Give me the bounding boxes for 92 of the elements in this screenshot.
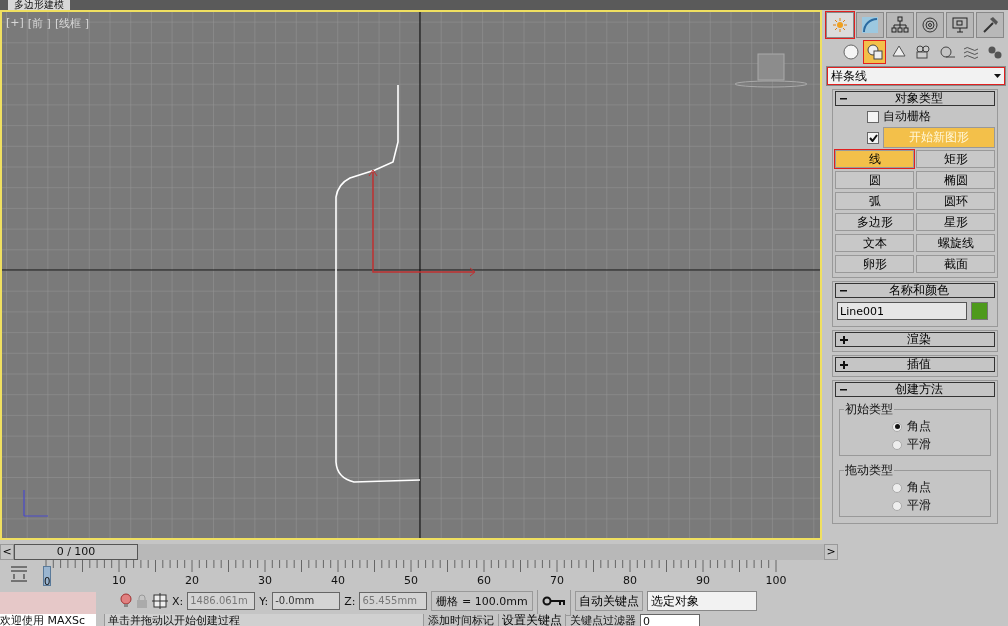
key-filters-button[interactable]: 关键点过滤器 xyxy=(570,614,636,626)
frame-label: 40 xyxy=(331,574,345,587)
group-title: 拖动类型 xyxy=(844,462,894,479)
frame-label: 90 xyxy=(696,574,710,587)
panel-tab[interactable] xyxy=(976,12,1004,38)
check-icon xyxy=(868,133,878,142)
shape-type-button[interactable]: 圆 xyxy=(835,171,914,189)
radio-label: 平滑 xyxy=(907,497,931,514)
category-dropdown[interactable]: 样条线 xyxy=(826,66,1006,86)
sphere-icon xyxy=(841,43,860,61)
frame-label: 30 xyxy=(258,574,272,587)
checkbox[interactable] xyxy=(867,131,879,144)
tape-icon xyxy=(938,43,957,61)
grid-size-label: 栅格 = 100.0mm xyxy=(431,591,533,611)
axis-label: X: xyxy=(172,594,184,608)
key-icon xyxy=(541,596,566,606)
radio-label: 角点 xyxy=(907,418,931,435)
axis-label: Z: xyxy=(344,594,356,608)
radio-button[interactable] xyxy=(892,482,902,493)
shape-type-button[interactable]: 文本 xyxy=(835,234,914,252)
color-swatch[interactable] xyxy=(971,302,988,320)
hierarchy-icon xyxy=(891,16,909,34)
time-tag-button[interactable]: 添加时间标记 xyxy=(428,614,494,626)
radio-button[interactable] xyxy=(892,439,902,450)
frame-label: 60 xyxy=(477,574,491,587)
frame-label: 70 xyxy=(550,574,564,587)
rollout-header[interactable]: 插值 xyxy=(835,357,995,372)
category-button[interactable] xyxy=(840,41,862,63)
selection-dropdown[interactable]: 选定对象 xyxy=(646,591,757,611)
panel-tab[interactable] xyxy=(916,12,944,38)
axis-label: Y: xyxy=(259,594,269,608)
filter-icon[interactable] xyxy=(8,564,30,584)
rollout-header[interactable]: 渲染 xyxy=(835,332,995,347)
auto-key-button[interactable]: 自动关键点 xyxy=(574,591,643,611)
group-title: 初始类型 xyxy=(844,401,894,418)
category-button[interactable] xyxy=(864,41,886,63)
previous-frame-button[interactable]: < xyxy=(0,543,14,560)
document-tab[interactable]: 多边形建模 xyxy=(8,0,70,10)
minus-icon xyxy=(840,388,847,391)
panel-tab[interactable] xyxy=(856,12,884,38)
plus-icon xyxy=(840,360,848,369)
panel-tab[interactable] xyxy=(886,12,914,38)
arc-icon xyxy=(861,16,879,34)
plus-icon xyxy=(840,335,848,344)
frame-label: 10 xyxy=(112,574,126,587)
caret-icon xyxy=(994,74,1001,78)
radio-button[interactable] xyxy=(892,421,902,432)
camera-icon xyxy=(914,43,932,61)
shape-type-button[interactable]: 圆环 xyxy=(916,192,995,210)
frame-label: 80 xyxy=(623,574,637,587)
frame-field[interactable]: 0 xyxy=(640,614,700,626)
time-slider-thumb[interactable]: 0 / 100 xyxy=(14,543,138,560)
shape-type-button[interactable]: 卵形 xyxy=(835,255,914,273)
set-key-mode-button[interactable]: 设置关键点 xyxy=(498,614,566,626)
shape-type-button[interactable]: 矩形 xyxy=(916,150,995,168)
frame-label: 20 xyxy=(185,574,199,587)
minus-icon xyxy=(840,97,847,100)
shape-type-button[interactable]: 多边形 xyxy=(835,213,914,231)
radio-label: 角点 xyxy=(907,479,931,496)
checkbox[interactable] xyxy=(867,110,879,123)
script-listener-field[interactable] xyxy=(0,592,96,614)
shape-type-button[interactable]: 弧 xyxy=(835,192,914,210)
target-icon xyxy=(921,16,939,34)
radio-button[interactable] xyxy=(892,500,902,511)
panel-tab[interactable] xyxy=(826,12,854,38)
rollout-header[interactable]: 对象类型 xyxy=(835,91,995,106)
current-frame-marker[interactable]: 0 xyxy=(43,566,51,586)
crosshair-icon[interactable] xyxy=(152,593,168,609)
radio-label: 平滑 xyxy=(907,436,931,453)
axis-tripod-drawing xyxy=(23,489,49,517)
shape-type-button[interactable]: 星形 xyxy=(916,213,995,231)
next-frame-button[interactable]: > xyxy=(824,543,838,560)
checkbox-label: 自动栅格 xyxy=(883,108,931,125)
rollout-header[interactable]: 创建方法 xyxy=(835,382,995,397)
shape-type-button[interactable]: 椭圆 xyxy=(916,171,995,189)
shapes-icon xyxy=(865,43,884,61)
coordinate-field[interactable]: -0.0mm xyxy=(272,592,341,610)
hammer-icon xyxy=(981,16,999,34)
monitor-icon xyxy=(951,16,969,34)
name-field[interactable]: Line001 xyxy=(837,302,967,320)
bulb-icon[interactable] xyxy=(120,593,132,609)
panel-tab[interactable] xyxy=(946,12,974,38)
shape-type-button[interactable]: 线 xyxy=(835,150,914,168)
shape-type-button[interactable]: 螺旋线 xyxy=(916,234,995,252)
sun-icon xyxy=(831,16,849,34)
minus-icon xyxy=(840,289,847,292)
script-listener-text[interactable]: 欢迎使用 MAXSc xyxy=(0,614,96,626)
shape-type-button[interactable]: 截面 xyxy=(916,255,995,273)
frame-label: 100 xyxy=(765,574,787,587)
rollout-header[interactable]: 名称和颜色 xyxy=(835,283,995,298)
prompt-text: 单击并拖动以开始创建过程 xyxy=(104,614,424,626)
frame-label: 50 xyxy=(404,574,418,587)
